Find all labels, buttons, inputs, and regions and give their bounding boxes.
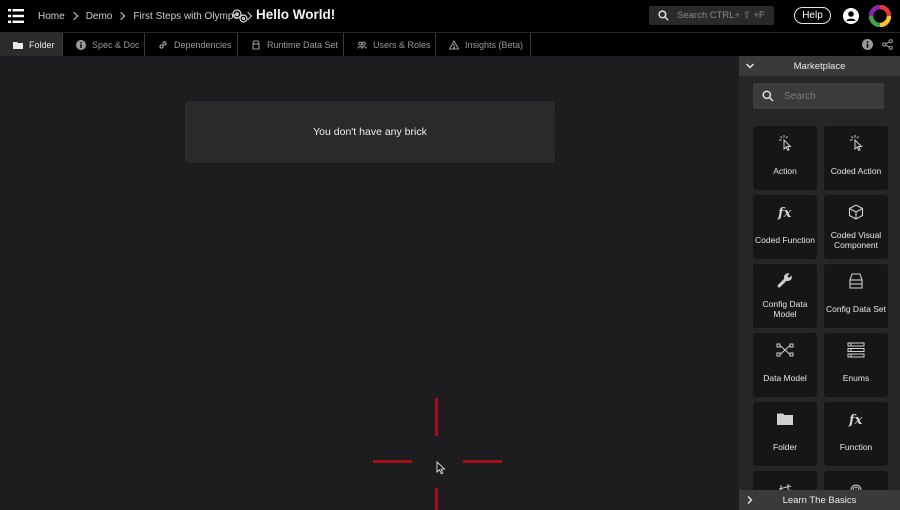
tile-action[interactable]: Action <box>753 126 817 190</box>
tile-coded-action[interactable]: Coded Action <box>824 126 888 190</box>
warning-icon <box>449 39 459 50</box>
tile-coded-function[interactable]: fx Coded Function <box>753 195 817 259</box>
mouse-pointer-icon <box>436 461 446 475</box>
svg-text:fx: fx <box>777 206 792 221</box>
info-circle-icon[interactable] <box>862 39 873 50</box>
list-icon <box>847 342 865 358</box>
tab-dependencies[interactable]: Dependencies <box>145 33 238 56</box>
chevron-right-icon <box>69 11 78 21</box>
tile-label: Function <box>839 441 873 452</box>
tile-coded-visual-component[interactable]: Coded Visual Component <box>824 195 888 259</box>
global-search-input[interactable]: Search CTRL+ ⇧ +F <box>649 6 774 25</box>
tab-folder-label: Folder <box>29 39 55 50</box>
tab-users-roles[interactable]: Users & Roles <box>344 33 436 56</box>
tile-data-model[interactable]: Data Model <box>753 333 817 397</box>
share-icon[interactable] <box>882 39 893 50</box>
cursor-click-icon <box>779 135 792 151</box>
breadcrumb-first-steps[interactable]: First Steps with Olympe <box>133 11 239 22</box>
search-icon <box>762 90 774 102</box>
tile-label: Folder <box>772 441 798 452</box>
users-icon <box>357 41 367 49</box>
page-title: Hello World! <box>256 7 336 22</box>
hamburger-menu-icon[interactable] <box>8 9 24 23</box>
tab-runtime-data-set[interactable]: Runtime Data Set <box>238 33 344 56</box>
tab-users-roles-label: Users & Roles <box>373 39 431 50</box>
tab-spec-doc[interactable]: Spec & Doc <box>63 33 145 56</box>
svg-text:fx: fx <box>848 413 863 428</box>
partial-icon <box>778 484 792 490</box>
breadcrumb-home[interactable]: Home <box>38 11 65 22</box>
crosshair-bottom-line <box>435 488 438 510</box>
search-icon <box>658 10 669 21</box>
info-circle-icon <box>76 39 86 50</box>
folder-icon <box>13 41 23 49</box>
tab-bar: Folder Spec & Doc Dependencies Runtime D… <box>0 32 900 56</box>
folder-icon <box>777 413 793 425</box>
brick-tiles-grid: Action Coded Action fx Coded Function Co… <box>739 126 900 490</box>
editor-canvas[interactable]: You don't have any brick <box>0 56 739 510</box>
tile-label: Coded Visual Component <box>830 229 882 251</box>
tile-partial[interactable] <box>824 471 888 490</box>
learn-the-basics-bar[interactable]: Learn The Basics <box>739 490 900 510</box>
top-bar: Home Demo First Steps with Olympe Hello … <box>0 0 900 32</box>
tab-insights[interactable]: Insights (Beta) <box>436 33 531 56</box>
crosshair-left-line <box>373 460 412 463</box>
help-button[interactable]: Help <box>794 7 831 24</box>
tile-config-data-model[interactable]: Config Data Model <box>753 264 817 328</box>
wrench-icon <box>777 273 792 288</box>
cursor-click-icon <box>850 135 863 151</box>
nodes-icon <box>776 343 794 357</box>
tile-label: Config Data Set <box>826 303 887 314</box>
crosshair-right-line <box>463 460 502 463</box>
tile-function[interactable]: fx Function <box>824 402 888 466</box>
tile-folder[interactable]: Folder <box>753 402 817 466</box>
global-search-placeholder: Search CTRL+ ⇧ +F <box>677 10 765 21</box>
tile-label: Action <box>773 165 797 176</box>
chevron-right-icon <box>117 11 126 21</box>
breadcrumb-demo[interactable]: Demo <box>86 11 113 22</box>
marketplace-header[interactable]: Marketplace <box>739 56 900 76</box>
chevron-right-icon[interactable] <box>745 495 755 505</box>
tab-spec-doc-label: Spec & Doc <box>92 39 140 50</box>
empty-state-card: You don't have any brick <box>185 101 555 163</box>
marketplace-panel: Marketplace Action Coded Action fx Coded… <box>739 56 900 510</box>
tray-icon <box>849 273 863 289</box>
tile-label: Coded Action <box>830 165 882 176</box>
marketplace-title: Marketplace <box>793 60 846 72</box>
project-icon <box>232 9 248 23</box>
tile-label: Data Model <box>763 372 807 383</box>
tab-folder[interactable]: Folder <box>0 33 63 56</box>
user-avatar-icon[interactable] <box>843 8 859 24</box>
fx-icon: fx <box>848 413 863 428</box>
crosshair-top-line <box>435 398 438 436</box>
database-icon <box>252 39 260 50</box>
tile-enums[interactable]: Enums <box>824 333 888 397</box>
chevron-down-icon[interactable] <box>745 61 755 71</box>
tile-label: Config Data Model <box>762 298 808 320</box>
tab-dependencies-label: Dependencies <box>174 39 232 50</box>
tile-label: Enums <box>842 372 870 383</box>
tab-insights-label: Insights (Beta) <box>465 39 524 50</box>
fx-icon: fx <box>777 206 792 221</box>
tile-label: Coded Function <box>755 234 816 245</box>
olympe-logo-icon[interactable] <box>869 5 891 27</box>
cube-icon <box>848 204 864 220</box>
tile-config-data-set[interactable]: Config Data Set <box>824 264 888 328</box>
breadcrumb: Home Demo First Steps with Olympe <box>38 0 260 32</box>
empty-state-message: You don't have any brick <box>313 126 427 138</box>
tile-partial[interactable] <box>753 471 817 490</box>
marketplace-search[interactable] <box>753 83 884 109</box>
partial-icon <box>850 484 862 490</box>
link-icon <box>159 40 167 49</box>
tab-runtime-data-set-label: Runtime Data Set <box>267 39 339 50</box>
learn-the-basics-label: Learn The Basics <box>782 494 857 506</box>
marketplace-search-input[interactable] <box>782 89 881 103</box>
